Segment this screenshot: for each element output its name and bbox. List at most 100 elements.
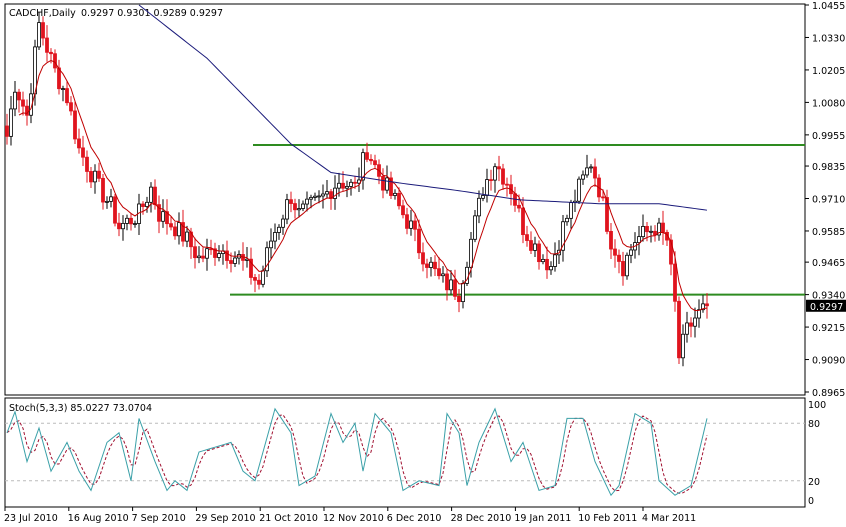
date-tick-label: 21 Oct 2010 [259,513,318,524]
candle-body [693,317,697,327]
candle-body [477,197,481,217]
stoch-panel [4,397,806,508]
candle-body [89,171,93,183]
candle-body [525,234,529,241]
candle-body [601,196,605,199]
candle-body [681,333,685,359]
candle-body [421,252,425,265]
candle-body [537,243,541,263]
candle-body [581,174,585,180]
candle-body [433,261,437,270]
candle-body [113,196,117,224]
stoch-label: Stoch(5,3,3) 85.0227 73.0704 [9,403,152,414]
candle-body [417,228,421,254]
candle-body [365,152,369,160]
stoch-tick-label: 80 [808,419,820,430]
price-tick-label: 0.9835 [812,162,845,173]
candle-body [689,322,693,327]
candle-body [13,91,17,110]
candle-body [385,177,389,191]
price-tick-label: 1.0080 [812,98,845,109]
candle-body [613,248,617,256]
candle-body [457,295,461,303]
candle-body [321,193,325,197]
candle-body [49,51,53,55]
candle-body [77,138,81,149]
candle-body [369,158,373,162]
price-tick-label: 0.9215 [812,323,845,334]
candle-body [37,22,41,48]
candle-body [629,249,633,256]
candle-body [97,170,101,179]
candle-body [637,236,641,244]
price-tick-label: 0.9090 [812,356,845,367]
candle-body [117,222,121,230]
candle-body [553,254,557,267]
candle-body [133,223,137,225]
candle-body [205,248,209,259]
candle-body [109,196,113,202]
date-tick-label: 6 Dec 2010 [387,513,442,524]
candle-body [5,125,9,137]
candle-body [81,147,85,158]
price-tick-label: 0.9465 [812,258,845,269]
candle-body [481,195,485,199]
candle-body [301,203,305,209]
date-tick-label: 12 Nov 2010 [323,513,384,524]
candle-body [677,300,681,359]
candle-body [281,218,285,228]
current-price-label: 0.9297 [810,302,843,313]
candle-body [201,255,205,259]
candle-body [289,199,293,204]
candle-body [529,240,533,251]
chart-canvas: CADCHF,Daily 0.9297 0.9301 0.9289 0.9297… [4,1,846,524]
candle-body [65,88,69,104]
candle-body [85,156,89,172]
candle-body [545,258,549,271]
candle-body [317,195,321,198]
candle-body [641,226,645,238]
price-tick-label: 0.9955 [812,131,845,142]
candle-body [489,179,493,181]
candle-body [521,207,525,236]
candle-body [173,226,177,237]
candle-body [353,181,357,184]
candle-body [381,175,385,191]
candle-body [93,170,97,183]
candle-body [413,220,417,230]
candle-body [621,261,625,277]
chart-window: CADCHF,Daily 0.9297 0.9301 0.9289 0.9297… [0,0,846,527]
candle-body [577,178,581,202]
candle-body [429,261,433,268]
price-tick-label: 0.8965 [812,388,845,399]
candle-body [373,160,377,166]
price-tick-label: 1.0455 [812,1,845,12]
candle-body [565,217,569,223]
candle-body [445,273,449,291]
candle-body [101,177,105,203]
candle-body [125,217,129,224]
candle-body [217,253,221,258]
candle-body [153,186,157,206]
date-tick-label: 28 Dec 2010 [451,513,512,524]
stoch-tick-label: 100 [808,400,826,411]
candle-body [177,222,181,237]
date-tick-label: 10 Feb 2011 [578,513,637,524]
candle-body [425,263,429,268]
stoch-tick-label: 20 [808,477,820,488]
candle-body [285,199,289,220]
candle-body [277,226,281,233]
candle-body [649,230,653,233]
candle-body [253,277,257,281]
candle-body [441,273,445,277]
date-tick-label: 7 Sep 2010 [132,513,186,524]
candle-body [145,201,149,207]
candle-body [685,322,689,335]
candle-body [197,255,201,259]
date-tick-label: 16 Aug 2010 [68,513,129,524]
candle-body [45,37,49,53]
candle-body [309,197,313,200]
candle-body [585,167,589,176]
candle-body [541,258,545,263]
candle-body [269,240,273,249]
